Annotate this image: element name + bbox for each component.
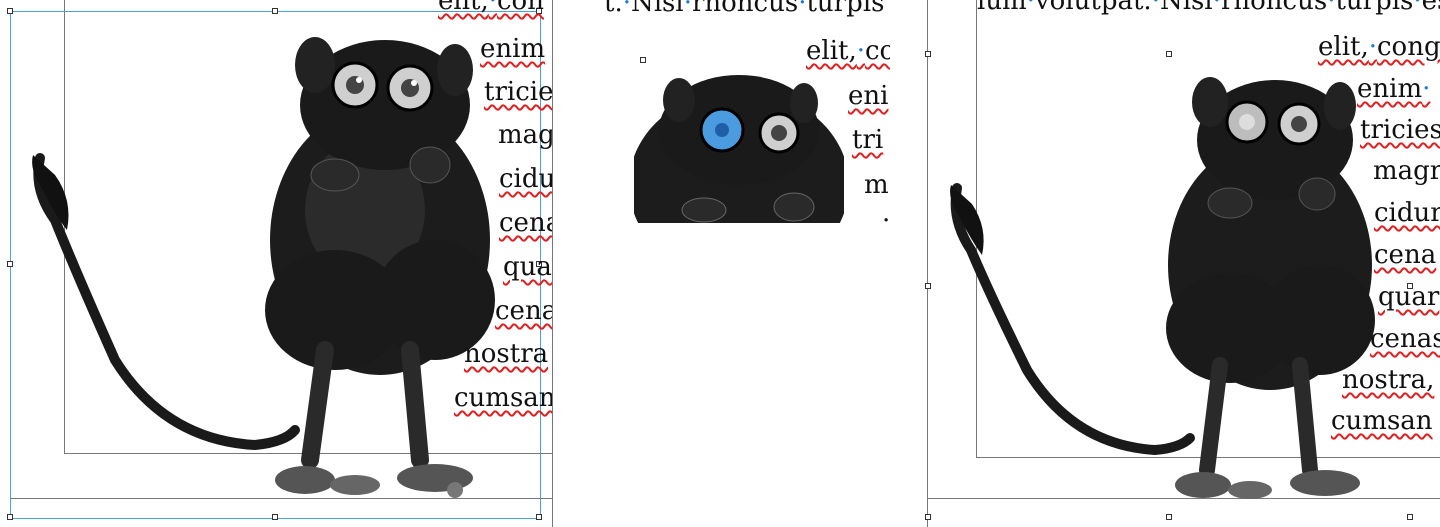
- text-run: cena: [499, 208, 553, 238]
- text-line[interactable]: nostra,: [1342, 367, 1434, 393]
- text-line[interactable]: .: [882, 200, 890, 226]
- selection-handle-icon[interactable]: [1407, 514, 1413, 520]
- text-line[interactable]: lum·volutpat.·Nisl·rhoncus·turpis·es: [977, 0, 1440, 14]
- selection-handle-icon[interactable]: [925, 283, 931, 289]
- selection-handle-icon[interactable]: [7, 261, 13, 267]
- text-line[interactable]: elit,·co: [806, 38, 890, 64]
- selection-handle-icon[interactable]: [272, 514, 278, 520]
- text-line[interactable]: cidur: [1374, 200, 1440, 226]
- text-run: cumsan: [1331, 406, 1433, 436]
- layout-panel-left: elit,·con enim tricie mag cidu cena qua …: [0, 0, 553, 527]
- text-run: magr: [1373, 156, 1440, 186]
- text-line[interactable]: t.·Nisl·rhoncus·turpis: [604, 0, 884, 16]
- text-run: .: [882, 198, 890, 228]
- selection-handle-icon[interactable]: [7, 8, 13, 14]
- text-run: cena: [1374, 240, 1437, 270]
- text-run: enim: [480, 34, 546, 64]
- layout-panel-right: lum·volutpat.·Nisl·rhoncus·turpis·es eli…: [925, 0, 1440, 527]
- text-line[interactable]: cena: [499, 210, 553, 236]
- text-line[interactable]: quar: [1378, 284, 1439, 310]
- text-run: elit,·con: [438, 0, 544, 16]
- text-line[interactable]: mag: [498, 122, 553, 148]
- text-run: eni: [848, 81, 889, 111]
- text-line[interactable]: m: [864, 172, 889, 198]
- selection-handle-icon[interactable]: [925, 51, 931, 57]
- text-line[interactable]: cena: [495, 298, 553, 324]
- layout-panel-middle: t.·Nisl·rhoncus·turpis elit,·co eni tri …: [600, 0, 890, 527]
- selection-handle-icon[interactable]: [925, 514, 931, 520]
- text-run: tri: [852, 125, 884, 155]
- text-run: cena: [495, 296, 553, 326]
- selection-handle-icon[interactable]: [640, 57, 646, 63]
- tarsier-crop-image[interactable]: [634, 75, 844, 223]
- text-line[interactable]: eni: [848, 83, 888, 109]
- selection-handle-icon[interactable]: [536, 514, 542, 520]
- tarsier-engraving-image[interactable]: [945, 70, 1395, 505]
- text-run: enim·: [1357, 74, 1431, 104]
- text-run: nostra: [464, 339, 549, 369]
- selection-handle-icon[interactable]: [1166, 514, 1172, 520]
- text-run: mag: [498, 120, 553, 150]
- selection-handle-icon[interactable]: [272, 8, 278, 14]
- text-run: elit,·cong: [1318, 32, 1440, 62]
- text-line[interactable]: cena: [1374, 242, 1436, 268]
- text-run: cidur: [1374, 198, 1440, 228]
- text-line[interactable]: cidu: [499, 166, 553, 192]
- text-line[interactable]: tricies: [1360, 117, 1440, 143]
- text-run: cumsan: [454, 383, 553, 413]
- text-run: cenas: [1370, 324, 1440, 354]
- text-run: nostra,: [1342, 365, 1435, 395]
- text-line[interactable]: qua: [503, 254, 552, 280]
- tarsier-engraving-image[interactable]: [25, 30, 505, 505]
- text-line[interactable]: magr: [1373, 158, 1440, 184]
- text-run: lum·volutpat.·Nisl·rhoncus·turpis·es: [977, 0, 1440, 16]
- text-run: tricie: [484, 77, 553, 107]
- selection-handle-icon[interactable]: [1166, 51, 1172, 57]
- frame-edge: [927, 0, 928, 527]
- text-line[interactable]: cumsan: [1331, 408, 1433, 434]
- text-line[interactable]: tri: [852, 127, 883, 153]
- text-run: tricies: [1360, 115, 1440, 145]
- text-line[interactable]: nostra: [464, 341, 548, 367]
- text-line[interactable]: enim·: [1357, 76, 1430, 102]
- text-line[interactable]: elit,·cong: [1318, 34, 1440, 60]
- text-line[interactable]: cumsan: [454, 385, 553, 411]
- text-line[interactable]: cenas: [1370, 326, 1440, 352]
- frame-edge: [552, 0, 553, 527]
- selection-handle-icon[interactable]: [7, 514, 13, 520]
- text-run: cidu: [499, 164, 553, 194]
- text-run: quar: [1378, 282, 1440, 312]
- text-run: m: [864, 170, 889, 200]
- text-run: t.·Nisl·rhoncus·turpis: [604, 0, 885, 18]
- text-line[interactable]: elit,·con: [438, 0, 544, 14]
- text-run: elit,·co: [806, 36, 890, 66]
- text-run: qua: [503, 252, 552, 282]
- text-line[interactable]: tricie: [484, 79, 553, 105]
- text-line[interactable]: enim: [480, 36, 545, 62]
